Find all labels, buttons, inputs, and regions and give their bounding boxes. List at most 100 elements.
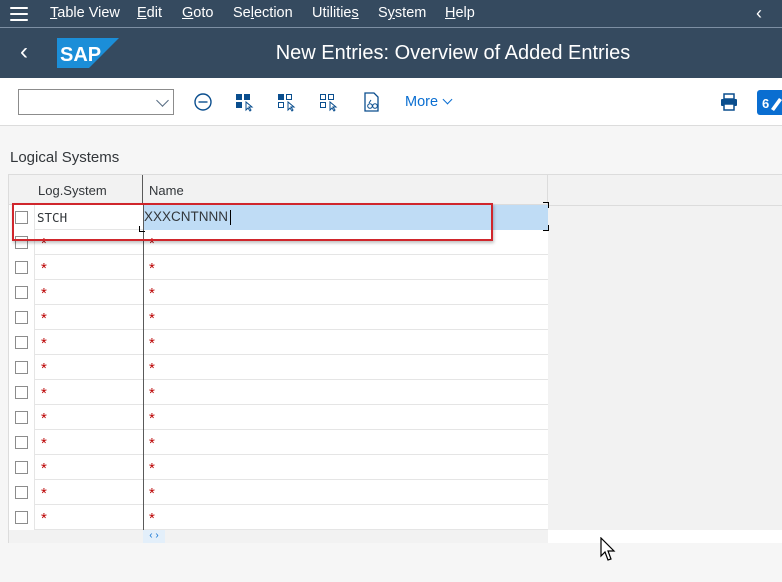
name-input[interactable]: *	[143, 255, 548, 280]
row-selector[interactable]	[9, 205, 35, 230]
required-indicator: *	[149, 360, 155, 377]
column-header-name[interactable]: Name	[149, 183, 184, 198]
row-checkbox[interactable]	[15, 336, 28, 349]
name-input[interactable]: *	[143, 380, 548, 405]
row-checkbox[interactable]	[15, 261, 28, 274]
required-indicator: *	[149, 435, 155, 452]
hamburger-menu-icon[interactable]	[10, 7, 28, 21]
deselect-all-icon[interactable]	[318, 91, 340, 113]
menu-goto[interactable]: Goto	[182, 5, 213, 21]
name-input[interactable]: *	[143, 430, 548, 455]
row-checkbox[interactable]	[15, 436, 28, 449]
menu-selection[interactable]: Selection	[233, 5, 293, 21]
row-checkbox[interactable]	[15, 511, 28, 524]
chevron-down-icon	[442, 94, 453, 105]
log-system-input[interactable]: *	[36, 380, 142, 405]
name-input[interactable]: *	[143, 230, 548, 255]
log-system-input[interactable]: *	[36, 305, 142, 330]
name-input[interactable]: *	[143, 280, 548, 305]
cell-corner-marker	[543, 225, 549, 231]
table-row[interactable]: * *	[9, 280, 548, 305]
row-checkbox[interactable]	[15, 311, 28, 324]
table-row[interactable]: * *	[9, 230, 548, 255]
log-system-input[interactable]: STCH	[36, 205, 142, 230]
column-divider[interactable]	[142, 175, 143, 205]
column-header-log-system[interactable]: Log.System	[38, 183, 107, 198]
row-selector[interactable]	[9, 355, 35, 380]
table-row[interactable]: * *	[9, 480, 548, 505]
log-system-input[interactable]: *	[36, 255, 142, 280]
cell-corner-marker	[139, 226, 145, 232]
name-input[interactable]: *	[143, 330, 548, 355]
menu-help[interactable]: Help	[445, 5, 475, 21]
row-selector[interactable]	[9, 280, 35, 305]
row-selector[interactable]	[9, 505, 35, 530]
select-block-icon[interactable]	[276, 91, 298, 113]
menu-table-view[interactable]: Table View	[50, 5, 120, 21]
svg-text:6: 6	[762, 96, 769, 111]
row-checkbox[interactable]	[15, 486, 28, 499]
name-input[interactable]: *	[143, 505, 548, 530]
menu-utilities[interactable]: Utilities	[312, 5, 359, 21]
table-row[interactable]: * *	[9, 430, 548, 455]
name-input[interactable]: *	[143, 355, 548, 380]
log-system-input[interactable]: *	[36, 405, 142, 430]
row-selector[interactable]	[9, 405, 35, 430]
row-checkbox[interactable]	[15, 286, 28, 299]
table-row[interactable]: * *	[9, 455, 548, 480]
name-input[interactable]: *	[143, 455, 548, 480]
table-row[interactable]: * *	[9, 305, 548, 330]
table-row[interactable]: * *	[9, 255, 548, 280]
log-system-input[interactable]: *	[36, 280, 142, 305]
menu-system[interactable]: System	[378, 5, 426, 21]
row-selector[interactable]	[9, 480, 35, 505]
print-icon[interactable]	[719, 92, 739, 112]
delete-icon[interactable]	[192, 91, 214, 113]
log-system-input[interactable]: *	[36, 430, 142, 455]
row-selector[interactable]	[9, 305, 35, 330]
row-selector[interactable]	[9, 230, 35, 255]
select-all-icon[interactable]	[234, 91, 256, 113]
row-selector[interactable]	[9, 430, 35, 455]
log-system-input[interactable]: *	[36, 330, 142, 355]
table-row[interactable]: * *	[9, 355, 548, 380]
table-row[interactable]: * *	[9, 405, 548, 430]
table-row[interactable]: * *	[9, 380, 548, 405]
horizontal-scrollbar[interactable]	[9, 530, 548, 543]
row-checkbox[interactable]	[15, 386, 28, 399]
shell-bar: ‹ SAP New Entries: Overview of Added Ent…	[0, 28, 782, 78]
command-dropdown[interactable]	[18, 89, 174, 115]
log-system-input[interactable]: *	[36, 505, 142, 530]
table-row[interactable]: * *	[9, 330, 548, 355]
chevron-left-icon[interactable]: ‹	[756, 3, 762, 24]
log-system-input[interactable]: *	[36, 230, 142, 255]
row-selector[interactable]	[9, 455, 35, 480]
row-checkbox[interactable]	[15, 236, 28, 249]
row-selector[interactable]	[9, 380, 35, 405]
row-checkbox[interactable]	[15, 461, 28, 474]
log-system-input[interactable]: *	[36, 355, 142, 380]
required-indicator: *	[41, 310, 47, 327]
menu-edit[interactable]: Edit	[137, 5, 162, 21]
log-system-input[interactable]: *	[36, 455, 142, 480]
name-input[interactable]: XXXCNTNNN	[143, 205, 548, 230]
row-selector[interactable]	[9, 330, 35, 355]
log-system-input[interactable]: *	[36, 480, 142, 505]
name-input[interactable]: *	[143, 405, 548, 430]
customize-button[interactable]: 6	[757, 90, 782, 115]
name-input[interactable]: *	[143, 305, 548, 330]
display-details-icon[interactable]	[360, 91, 382, 113]
more-label: More	[405, 94, 439, 110]
row-checkbox[interactable]	[15, 411, 28, 424]
name-input[interactable]: *	[143, 480, 548, 505]
row-checkbox[interactable]	[15, 361, 28, 374]
row-selector[interactable]	[9, 255, 35, 280]
required-indicator: *	[149, 335, 155, 352]
scroll-arrows[interactable]: ‹ ›	[143, 530, 165, 543]
table-row[interactable]: STCH XXXCNTNNN	[9, 205, 548, 230]
more-button[interactable]: More	[405, 94, 453, 110]
row-checkbox[interactable]	[15, 211, 28, 224]
page-title: New Entries: Overview of Added Entries	[275, 42, 631, 64]
table-row[interactable]: * *	[9, 505, 548, 530]
chevron-down-icon	[156, 94, 169, 107]
